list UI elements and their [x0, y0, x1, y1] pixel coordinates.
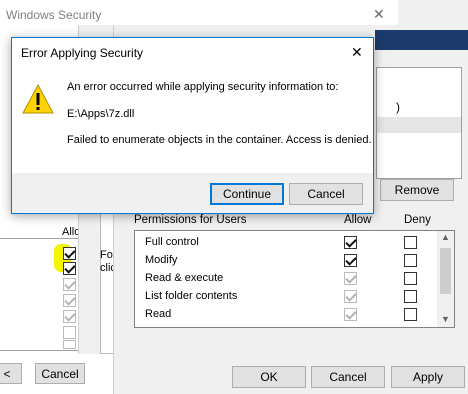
selected-row [377, 117, 461, 133]
allow-read-checkbox[interactable] [63, 310, 76, 323]
left-partial-button[interactable]: < [0, 363, 22, 384]
allow-checkbox[interactable] [344, 290, 357, 303]
close-icon[interactable]: ✕ [373, 6, 385, 23]
left-partial-label: < [3, 366, 11, 381]
middle-fo-text: Fo [100, 249, 113, 261]
allow-full-control-checkbox[interactable] [63, 247, 76, 260]
allow-special-checkbox[interactable] [63, 340, 76, 349]
ok-label: OK [260, 370, 278, 384]
error-close-icon[interactable]: ✕ [351, 44, 363, 61]
scroll-down-icon[interactable]: ▼ [441, 314, 450, 324]
ok-button[interactable]: OK [232, 366, 306, 388]
deny-checkbox[interactable] [404, 308, 417, 321]
permission-label: List folder contents [145, 290, 238, 302]
permission-row-partial [135, 324, 435, 327]
apply-button[interactable]: Apply [391, 366, 465, 388]
allow-list-folder-checkbox[interactable] [63, 294, 76, 307]
error-dialog-titlebar: Error Applying Security ✕ [12, 38, 373, 66]
permission-row: Read [135, 306, 435, 323]
error-dialog: Error Applying Security ✕ An error occur… [11, 37, 374, 214]
continue-label: Continue [222, 187, 272, 201]
remove-label: Remove [394, 183, 440, 197]
error-cancel-button[interactable]: Cancel [289, 183, 363, 205]
permission-row: Read & execute [135, 270, 435, 287]
permissions-list: Full control Modify Read & execute List fol… [134, 230, 455, 328]
error-message-line1: An error occurred while applying securit… [67, 81, 339, 93]
error-message-line2: Failed to enumerate objects in the conta… [67, 134, 372, 146]
permission-label: Read & execute [145, 272, 224, 284]
permission-row: List folder contents [135, 288, 435, 305]
remove-button[interactable]: Remove [380, 179, 454, 201]
error-path: E:\Apps\7z.dll [67, 108, 135, 120]
dark-title-strip [375, 30, 468, 50]
partial-paren: ) [396, 100, 400, 114]
permission-label: Modify [145, 254, 178, 266]
left-cancel-label: Cancel [41, 366, 79, 381]
error-dialog-title: Error Applying Security [21, 46, 144, 60]
apply-label: Apply [412, 370, 444, 384]
permissions-header: Permissions for Users [134, 214, 247, 226]
allow-checkbox[interactable] [344, 254, 357, 267]
deny-checkbox[interactable] [404, 290, 417, 303]
scroll-thumb[interactable] [440, 248, 451, 294]
continue-button[interactable]: Continue [210, 183, 284, 205]
window-title: Windows Security [6, 8, 102, 22]
permissions-cancel-button[interactable]: Cancel [311, 366, 385, 388]
allow-write-checkbox[interactable] [63, 326, 76, 339]
allow-header: Allow [344, 214, 372, 226]
allow-checkbox[interactable] [344, 308, 357, 321]
allow-modify-checkbox[interactable] [63, 262, 76, 275]
allow-checkbox[interactable] [344, 236, 357, 249]
deny-header: Deny [404, 214, 431, 226]
allow-checkbox[interactable] [344, 272, 357, 285]
permission-label: Read [145, 308, 172, 320]
warning-icon [22, 84, 54, 114]
left-cancel-button[interactable]: Cancel [35, 363, 85, 384]
error-dialog-footer: Continue Cancel [12, 173, 373, 213]
error-cancel-label: Cancel [307, 187, 345, 201]
permission-row: Full control [135, 234, 435, 251]
permission-row: Modify [135, 252, 435, 269]
scroll-up-icon[interactable]: ▲ [441, 232, 450, 242]
deny-checkbox[interactable] [404, 236, 417, 249]
deny-checkbox[interactable] [404, 254, 417, 267]
deny-checkbox[interactable] [404, 272, 417, 285]
error-dialog-body: An error occurred while applying securit… [12, 66, 373, 173]
allow-read-execute-checkbox[interactable] [63, 278, 76, 291]
permissions-cancel-label: Cancel [329, 370, 367, 384]
permission-label: Full control [145, 236, 199, 248]
scrollbar[interactable]: ▲ ▼ [437, 231, 454, 327]
